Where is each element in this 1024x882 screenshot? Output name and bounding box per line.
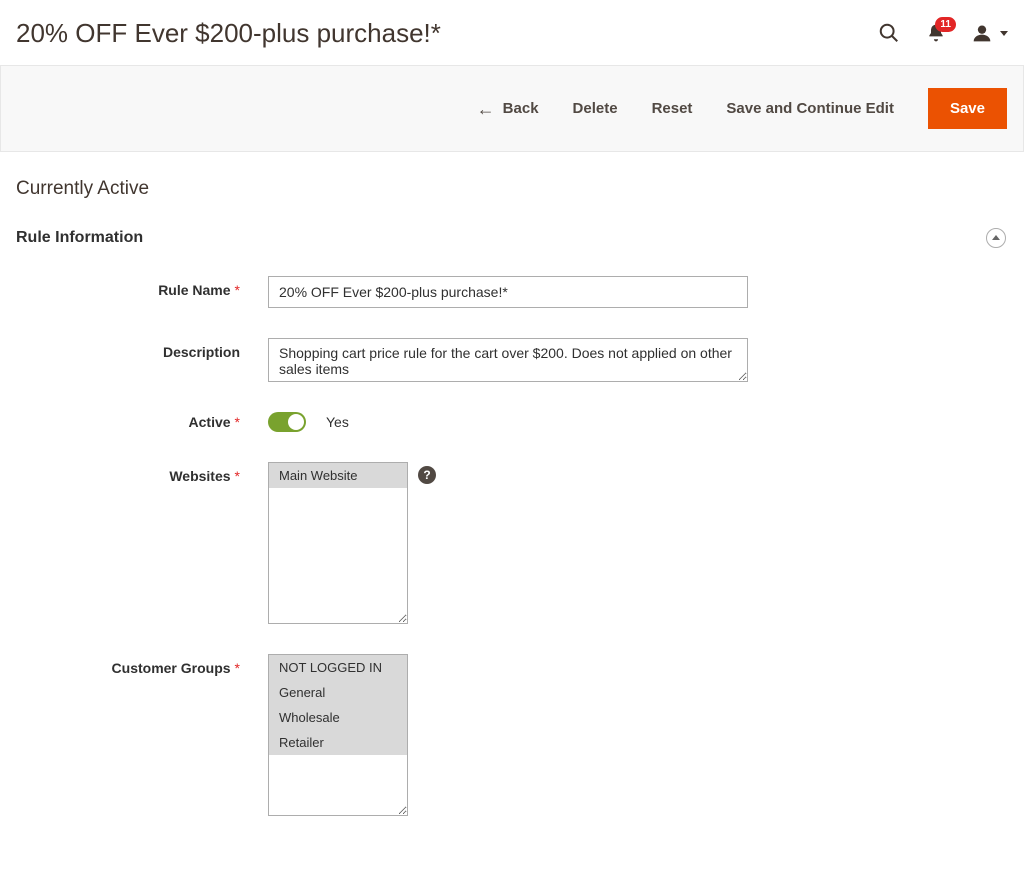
arrow-left-icon: ← — [477, 100, 495, 118]
chevron-down-icon — [1000, 31, 1008, 36]
back-button[interactable]: ← Back — [477, 100, 539, 118]
active-label: Active — [189, 414, 231, 430]
active-toggle[interactable] — [268, 412, 306, 432]
section-title: Rule Information — [16, 229, 143, 247]
collapse-toggle[interactable] — [986, 228, 1006, 248]
help-icon[interactable]: ? — [418, 466, 436, 484]
delete-button[interactable]: Delete — [573, 100, 618, 117]
save-button[interactable]: Save — [928, 88, 1007, 129]
websites-label: Websites — [169, 468, 230, 484]
status-text: Currently Active — [0, 152, 1024, 210]
multiselect-option[interactable]: Main Website — [269, 463, 407, 488]
action-toolbar: ← Back Delete Reset Save and Continue Ed… — [0, 65, 1024, 152]
user-icon — [972, 23, 992, 43]
customer-groups-label: Customer Groups — [112, 660, 231, 676]
rule-name-label: Rule Name — [158, 282, 230, 298]
chevron-up-icon — [992, 235, 1000, 240]
multiselect-option[interactable]: Retailer — [269, 730, 407, 755]
search-icon[interactable] — [878, 22, 900, 44]
notification-bell-icon[interactable]: 11 — [926, 23, 946, 43]
multiselect-option[interactable]: Wholesale — [269, 705, 407, 730]
websites-select[interactable]: Main Website — [268, 462, 408, 624]
save-continue-button[interactable]: Save and Continue Edit — [726, 100, 894, 117]
rule-information-header[interactable]: Rule Information — [0, 210, 1024, 266]
page-title: 20% OFF Ever $200-plus purchase!* — [16, 18, 441, 49]
rule-name-input[interactable] — [268, 276, 748, 308]
description-input[interactable] — [268, 338, 748, 382]
multiselect-option[interactable]: NOT LOGGED IN — [269, 655, 407, 680]
active-value: Yes — [326, 414, 349, 430]
reset-button[interactable]: Reset — [652, 100, 693, 117]
multiselect-option[interactable]: General — [269, 680, 407, 705]
description-label: Description — [163, 344, 240, 360]
user-menu[interactable] — [972, 23, 1008, 43]
notification-badge: 11 — [935, 17, 956, 32]
customer-groups-select[interactable]: NOT LOGGED INGeneralWholesaleRetailer — [268, 654, 408, 816]
